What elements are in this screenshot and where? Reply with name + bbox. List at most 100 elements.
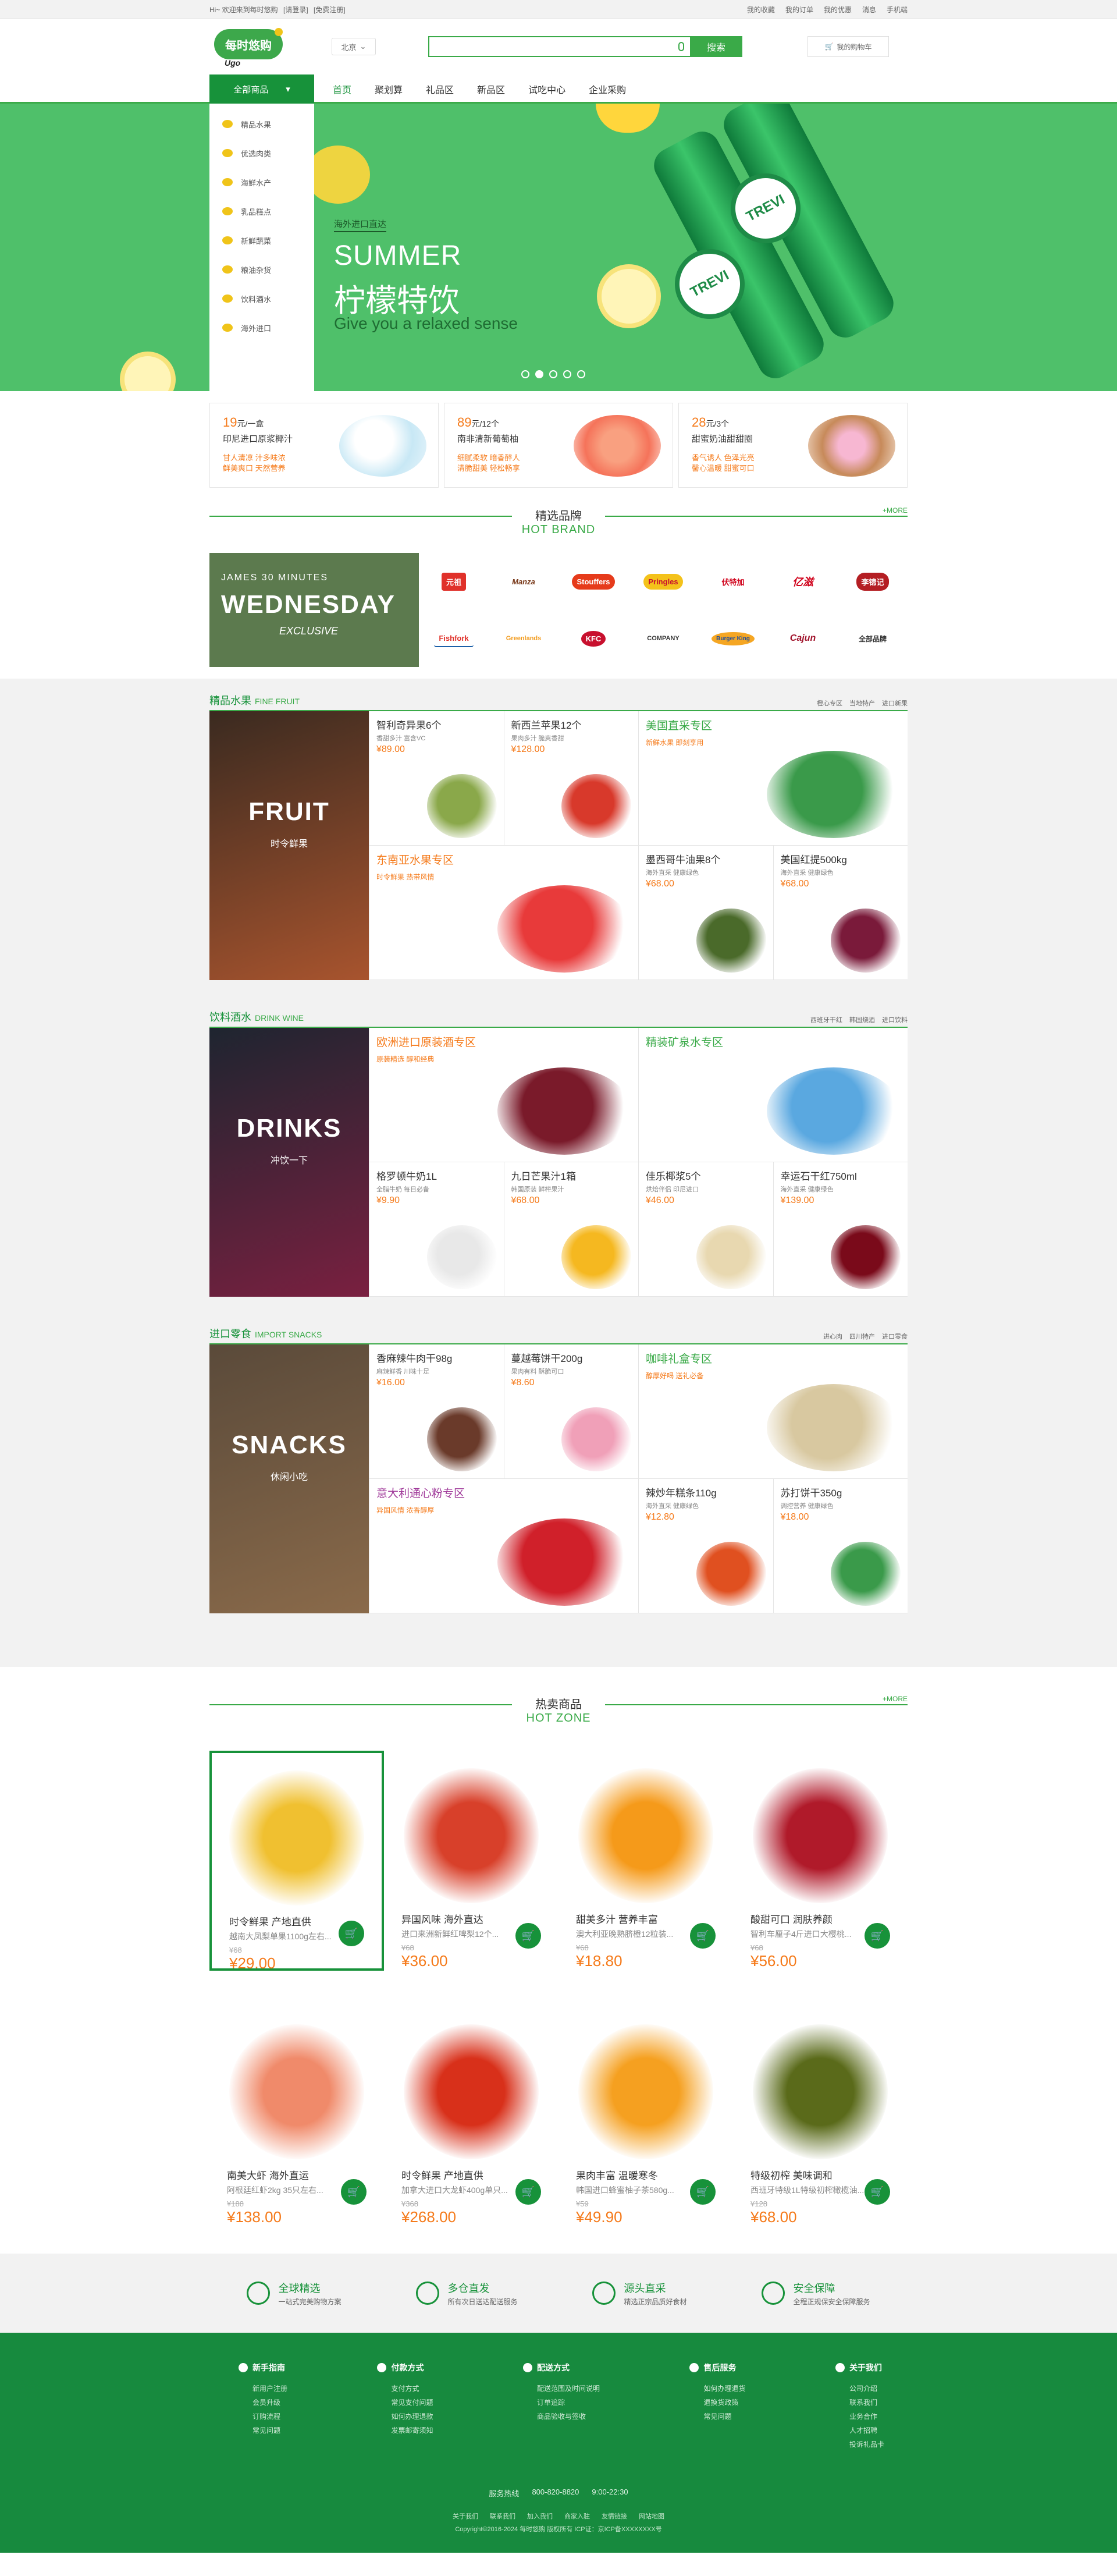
zone-card[interactable]: 精装矿泉水专区 (638, 1028, 908, 1162)
category-tag-link[interactable]: 四川特产 (849, 1332, 875, 1341)
product-card[interactable]: 格罗顿牛奶1L 全脂牛奶 每日必备 ¥9.90 (369, 1162, 504, 1297)
footer-link[interactable]: 支付方式 (377, 2382, 433, 2396)
footer-link[interactable]: 业务合作 (835, 2410, 884, 2424)
search-button[interactable]: 搜索 (690, 36, 742, 57)
footer-link[interactable]: 会员升级 (239, 2396, 287, 2410)
brand-logo[interactable]: Manza (489, 553, 558, 610)
footer-link[interactable]: 新用户注册 (239, 2382, 287, 2396)
footer-link[interactable]: 常见问题 (689, 2410, 745, 2424)
nav-new[interactable]: 新品区 (477, 82, 505, 96)
carousel-dot[interactable] (577, 370, 585, 378)
category-tag-link[interactable]: 进口新果 (882, 698, 908, 708)
brand-promo-banner[interactable]: JAMES 30 MINUTES WEDNESDAY EXCLUSIVE (209, 553, 419, 667)
zone-card[interactable]: 咖啡礼盒专区 醇厚好喝 送礼必备 (638, 1344, 908, 1479)
add-to-cart-button[interactable]: 🛒 (339, 1921, 364, 1946)
footer-link[interactable]: 如何办理退货 (689, 2382, 745, 2396)
add-to-cart-button[interactable]: 🛒 (865, 1923, 890, 1949)
sidebar-item-dairy[interactable]: 乳品糕点 (209, 197, 314, 226)
search-input[interactable] (429, 37, 690, 56)
footer-bottom-link[interactable]: 网站地图 (639, 2513, 664, 2520)
top-link-orders[interactable]: 我的订单 (785, 5, 813, 15)
carousel-dot[interactable] (549, 370, 557, 378)
nav-deals[interactable]: 聚划算 (375, 82, 403, 96)
sidebar-item-fruit[interactable]: 精品水果 (209, 109, 314, 139)
footer-link[interactable]: 投诉礼品卡 (835, 2437, 884, 2451)
category-banner[interactable]: FRUIT 时令鲜果 (209, 711, 369, 980)
add-to-cart-button[interactable]: 🛒 (690, 2179, 716, 2205)
brand-logo[interactable]: Pringles (628, 553, 698, 610)
brand-logo[interactable]: Greenlands (489, 610, 558, 667)
category-tag-link[interactable]: 当地特产 (849, 698, 875, 708)
nav-enterprise[interactable]: 企业采购 (589, 82, 626, 96)
product-card[interactable]: 美国红提500kg 海外直采 健康绿色 ¥68.00 (773, 846, 908, 980)
sidebar-item-grocery[interactable]: 粮油杂货 (209, 255, 314, 284)
login-link[interactable]: [请登录] (283, 6, 308, 14)
brand-logo[interactable]: COMPANY (628, 610, 698, 667)
brand-logo[interactable]: 伏特加 (698, 553, 768, 610)
all-categories-button[interactable]: 全部商品 ▾ (209, 74, 314, 104)
brand-logo[interactable]: 亿滋 (768, 553, 838, 610)
product-card[interactable]: 时令鲜果 产地直供 加拿大进口大龙虾400g单只... ¥368 ¥268.00 🛒 (384, 2007, 558, 2227)
top-link-coupons[interactable]: 我的优惠 (824, 5, 852, 15)
product-card[interactable]: 佳乐椰浆5个 烘焙伴侣 印尼进口 ¥46.00 (638, 1162, 773, 1297)
zone-card[interactable]: 美国直采专区 新鲜水果 即刻享用 (638, 711, 908, 846)
footer-bottom-link[interactable]: 友情链接 (602, 2513, 627, 2520)
sidebar-item-imports[interactable]: 海外进口 (209, 313, 314, 342)
footer-link[interactable]: 商品验收与签收 (523, 2410, 600, 2424)
more-link[interactable]: +MORE (878, 506, 908, 515)
product-card[interactable]: 酸甜可口 润肤养颜 智利车厘子4斤进口大樱桃... ¥68 ¥56.00 🛒 (733, 1751, 908, 1971)
product-card[interactable]: 九日芒果汁1箱 韩国原装 鲜榨果汁 ¥68.00 (503, 1162, 638, 1297)
footer-link[interactable]: 发票邮寄须知 (377, 2424, 433, 2437)
product-card[interactable]: 果肉丰富 温暖寒冬 韩国进口蜂蜜柚子茶580g... ¥59 ¥49.90 🛒 (558, 2007, 733, 2227)
footer-link[interactable]: 常见支付问题 (377, 2396, 433, 2410)
more-link[interactable]: +MORE (878, 1695, 908, 1703)
microphone-icon[interactable] (678, 42, 684, 51)
add-to-cart-button[interactable]: 🛒 (341, 2179, 367, 2205)
footer-link[interactable]: 退换货政策 (689, 2396, 745, 2410)
product-card[interactable]: 智利奇异果6个 香甜多汁 富含VC ¥89.00 (369, 711, 504, 846)
category-tag-link[interactable]: 韩国烧酒 (849, 1015, 875, 1024)
nav-home[interactable]: 首页 (333, 82, 351, 96)
category-banner[interactable]: SNACKS 休闲小吃 (209, 1344, 369, 1613)
add-to-cart-button[interactable]: 🛒 (515, 2179, 541, 2205)
category-tag-link[interactable]: 西班牙干红 (810, 1015, 842, 1024)
promo-card[interactable]: 19元/一盒 印尼进口原浆椰汁 甘人清凉 汁多味浓 鲜美爽口 天然营养 (209, 403, 439, 488)
nav-gifts[interactable]: 礼品区 (426, 82, 454, 96)
add-to-cart-button[interactable]: 🛒 (865, 2179, 890, 2205)
brand-logo[interactable]: 元祖 (419, 553, 489, 610)
footer-link[interactable]: 订购流程 (239, 2410, 287, 2424)
zone-card[interactable]: 意大利通心粉专区 异国风情 浓香醇厚 (369, 1479, 638, 1613)
brand-logo[interactable]: 李锦记 (838, 553, 908, 610)
hero-banner[interactable]: TREVI TREVI 精品水果 优选肉类 海鲜水产 乳品糕点 新鲜蔬菜 粮油杂… (0, 104, 1117, 391)
product-card[interactable]: 蔓越莓饼干200g 果肉有料 酥脆可口 ¥8.60 (503, 1344, 638, 1479)
product-card[interactable]: 南美大虾 海外直运 阿根廷红虾2kg 35只左右... ¥188 ¥138.00 🛒 (209, 2007, 384, 2227)
product-card[interactable]: 墨西哥牛油果8个 海外直采 健康绿色 ¥68.00 (638, 846, 773, 980)
zone-card[interactable]: 欧洲进口原装酒专区 原装精选 醇和经典 (369, 1028, 638, 1162)
sidebar-item-seafood[interactable]: 海鲜水产 (209, 168, 314, 197)
category-tag-link[interactable]: 进心肉 (823, 1332, 842, 1341)
top-link-mobile[interactable]: 手机端 (887, 5, 908, 15)
category-banner[interactable]: DRINKS 冲饮一下 (209, 1028, 369, 1297)
nav-tasting[interactable]: 试吃中心 (528, 82, 565, 96)
brand-logo[interactable]: Cajun (768, 610, 838, 667)
brand-logo[interactable]: Fishfork (419, 610, 489, 667)
product-card[interactable]: 辣炒年糕条110g 海外直采 健康绿色 ¥12.80 (638, 1479, 773, 1613)
promo-card[interactable]: 28元/3个 甜蜜奶油甜甜圈 香气诱人 色泽光亮 馨心温暖 甜蜜可口 (678, 403, 908, 488)
footer-bottom-link[interactable]: 商家入驻 (564, 2513, 590, 2520)
brand-logo[interactable]: Stouffers (558, 553, 628, 610)
footer-link[interactable]: 联系我们 (835, 2396, 884, 2410)
cart-button[interactable]: 🛒 我的购物车 (807, 36, 889, 57)
sidebar-item-vegetables[interactable]: 新鲜蔬菜 (209, 226, 314, 255)
product-card[interactable]: 特级初榨 美味调和 西班牙特级1L特级初榨橄榄油... ¥128 ¥68.00 🛒 (733, 2007, 908, 2227)
footer-link[interactable]: 如何办理退款 (377, 2410, 433, 2424)
add-to-cart-button[interactable]: 🛒 (690, 1923, 716, 1949)
promo-card[interactable]: 89元/12个 南非清新葡萄柚 细腻柔软 暗香醉人 清脆甜美 轻松畅享 (444, 403, 673, 488)
product-card[interactable]: 异国风味 海外直达 进口来洲新鲜红啤梨12个... ¥68 ¥36.00 🛒 (384, 1751, 558, 1971)
top-link-favorites[interactable]: 我的收藏 (747, 5, 775, 15)
footer-link[interactable]: 常见问题 (239, 2424, 287, 2437)
footer-link[interactable]: 配送范围及时间说明 (523, 2382, 600, 2396)
product-card[interactable]: 时令鲜果 产地直供 越南大凤梨单果1100g左右... ¥68 ¥29.00 🛒 (209, 1751, 384, 1972)
top-link-messages[interactable]: 消息 (862, 5, 876, 15)
category-tag-link[interactable]: 橙心专区 (817, 698, 842, 708)
sidebar-item-meat[interactable]: 优选肉类 (209, 139, 314, 168)
